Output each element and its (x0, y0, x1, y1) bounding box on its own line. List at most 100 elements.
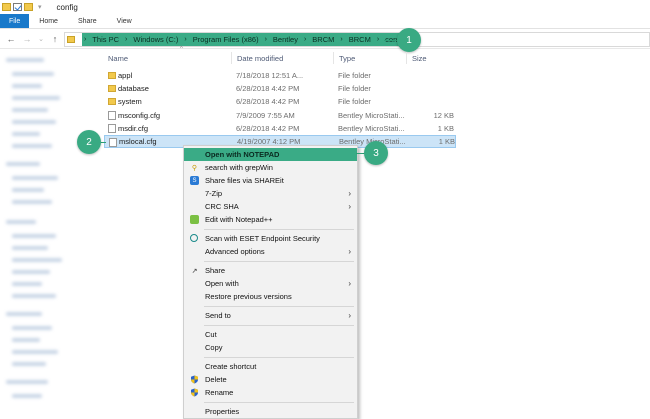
menu-separator (204, 261, 354, 262)
tab-file[interactable]: File (0, 14, 30, 28)
breadcrumb-brcm[interactable]: BRCM (312, 35, 334, 44)
chevron-right-icon: › (348, 202, 351, 211)
menu-separator (204, 306, 354, 307)
tab-home[interactable]: Home (29, 14, 68, 28)
file-date: 6/28/2018 4:42 PM (236, 124, 300, 133)
file-date: 7/18/2018 12:51 A... (236, 71, 304, 80)
menu-item-properties[interactable]: Properties (184, 405, 357, 418)
menu-item-copy[interactable]: Copy (184, 341, 357, 354)
folder-icon (108, 85, 116, 92)
menu-item-share-via-shareit[interactable]: S Share files via SHAREit (184, 174, 357, 187)
file-row-database[interactable]: database 6/28/2018 4:42 PM File folder (104, 82, 456, 95)
menu-item-search-with-grepwin[interactable]: ⚲ search with grepWin (184, 161, 357, 174)
notepadpp-icon (190, 215, 199, 224)
breadcrumb-this-pc[interactable]: This PC (92, 35, 119, 44)
file-name: appl (118, 71, 133, 80)
document-icon (108, 111, 116, 120)
shield-icon (190, 388, 199, 397)
tab-view[interactable]: View (107, 14, 142, 28)
document-icon (109, 138, 117, 147)
menu-item-7-zip[interactable]: 7-Zip › (184, 187, 357, 200)
file-type: File folder (338, 71, 371, 80)
breadcrumb-windows-c[interactable]: Windows (C:) (133, 35, 178, 44)
chevron-right-icon: › (348, 279, 351, 288)
file-name: msconfig.cfg (118, 111, 161, 120)
shareit-icon: S (190, 176, 199, 185)
column-header-type[interactable]: Type (339, 51, 355, 65)
file-name: database (118, 84, 149, 93)
folder-icon (108, 72, 116, 79)
callout-2: 2 (77, 130, 101, 154)
file-type: Bentley MicroStati... (338, 111, 405, 120)
eset-icon (190, 234, 198, 242)
file-row-appl[interactable]: appl 7/18/2018 12:51 A... File folder (104, 69, 456, 82)
menu-item-delete[interactable]: Delete (184, 373, 357, 386)
properties-quick-access-icon[interactable] (13, 3, 22, 11)
chevron-right-icon: › (348, 311, 351, 320)
file-name: system (118, 97, 142, 106)
menu-item-send-to[interactable]: Send to › (184, 309, 357, 322)
chevron-right-icon: › (348, 189, 351, 198)
breadcrumb-program-files-x86[interactable]: Program Files (x86) (193, 35, 259, 44)
menu-item-create-shortcut[interactable]: Create shortcut (184, 360, 357, 373)
menu-item-cut[interactable]: Cut (184, 328, 357, 341)
breadcrumb-bentley[interactable]: Bentley (273, 35, 298, 44)
forward-button[interactable]: → (21, 34, 33, 44)
new-folder-icon[interactable] (24, 3, 33, 11)
menu-item-share[interactable]: ↗ Share (184, 264, 357, 277)
chevron-right-icon: › (348, 247, 351, 256)
file-type: File folder (338, 84, 371, 93)
file-row-msconfig[interactable]: msconfig.cfg 7/9/2009 7:55 AM Bentley Mi… (104, 109, 456, 122)
recent-locations-button[interactable]: ⌄ (35, 35, 47, 43)
back-button[interactable]: ← (5, 34, 17, 44)
menu-item-rename[interactable]: Rename (184, 386, 357, 399)
breadcrumb-brcm-2[interactable]: BRCM (349, 35, 371, 44)
file-row-msdir[interactable]: msdir.cfg 6/28/2018 4:42 PM Bentley Micr… (104, 122, 456, 135)
file-size: 12 KB (433, 111, 454, 120)
ribbon-tabs: File Home Share View (0, 14, 650, 29)
shield-icon (190, 375, 199, 384)
column-header-size[interactable]: Size (412, 51, 427, 65)
column-header-date-modified[interactable]: Date modified (237, 51, 283, 65)
context-menu: Open with NOTEPAD ⚲ search with grepWin … (183, 145, 358, 419)
menu-separator (204, 402, 354, 403)
share-icon: ↗ (191, 267, 198, 275)
menu-separator (204, 325, 354, 326)
address-bar[interactable]: › This PC › Windows (C:) › Program Files… (64, 32, 650, 47)
navigation-pane[interactable] (0, 50, 97, 419)
menu-item-advanced-options[interactable]: Advanced options › (184, 245, 357, 258)
file-date: 7/9/2009 7:55 AM (236, 111, 295, 120)
file-date: 6/28/2018 4:42 PM (236, 84, 300, 93)
document-icon (108, 124, 116, 133)
file-size: 1 KB (437, 124, 454, 133)
menu-item-crc-sha[interactable]: CRC SHA › (184, 200, 357, 213)
menu-separator (204, 357, 354, 358)
column-header-name[interactable]: Name (108, 51, 128, 65)
breadcrumb: › This PC › Windows (C:) › Program Files… (82, 33, 410, 46)
menu-separator (204, 229, 354, 230)
window-title: config (56, 2, 78, 12)
navigation-bar: ← → ⌄ ↑ › This PC › Windows (C:) › Progr… (0, 30, 650, 49)
menu-item-open-with[interactable]: Open with › (184, 277, 357, 290)
up-button[interactable]: ↑ (49, 34, 61, 44)
file-name: mslocal.cfg (119, 137, 157, 146)
folder-icon (108, 98, 116, 105)
file-date: 6/28/2018 4:42 PM (236, 97, 300, 106)
folder-icon (67, 36, 75, 43)
file-type: File folder (338, 97, 371, 106)
folder-icon (2, 3, 11, 11)
quick-access-dropdown-icon[interactable]: ▾ (38, 3, 42, 11)
file-name: msdir.cfg (118, 124, 149, 133)
callout-1: 1 (397, 28, 421, 52)
menu-item-restore-previous-versions[interactable]: Restore previous versions (184, 290, 357, 303)
file-row-system[interactable]: system 6/28/2018 4:42 PM File folder (104, 95, 456, 108)
menu-item-open-with-notepad[interactable]: Open with NOTEPAD (184, 148, 357, 161)
title-bar: ▾ config (0, 0, 650, 14)
tab-share[interactable]: Share (68, 14, 107, 28)
menu-item-scan-with-eset[interactable]: Scan with ESET Endpoint Security (184, 232, 357, 245)
sort-ascending-icon: ^ (180, 46, 183, 52)
file-type: Bentley MicroStati... (338, 124, 405, 133)
file-size: 1 KB (438, 137, 455, 146)
menu-item-edit-with-notepadpp[interactable]: Edit with Notepad++ (184, 213, 357, 226)
callout-3: 3 (364, 141, 388, 165)
